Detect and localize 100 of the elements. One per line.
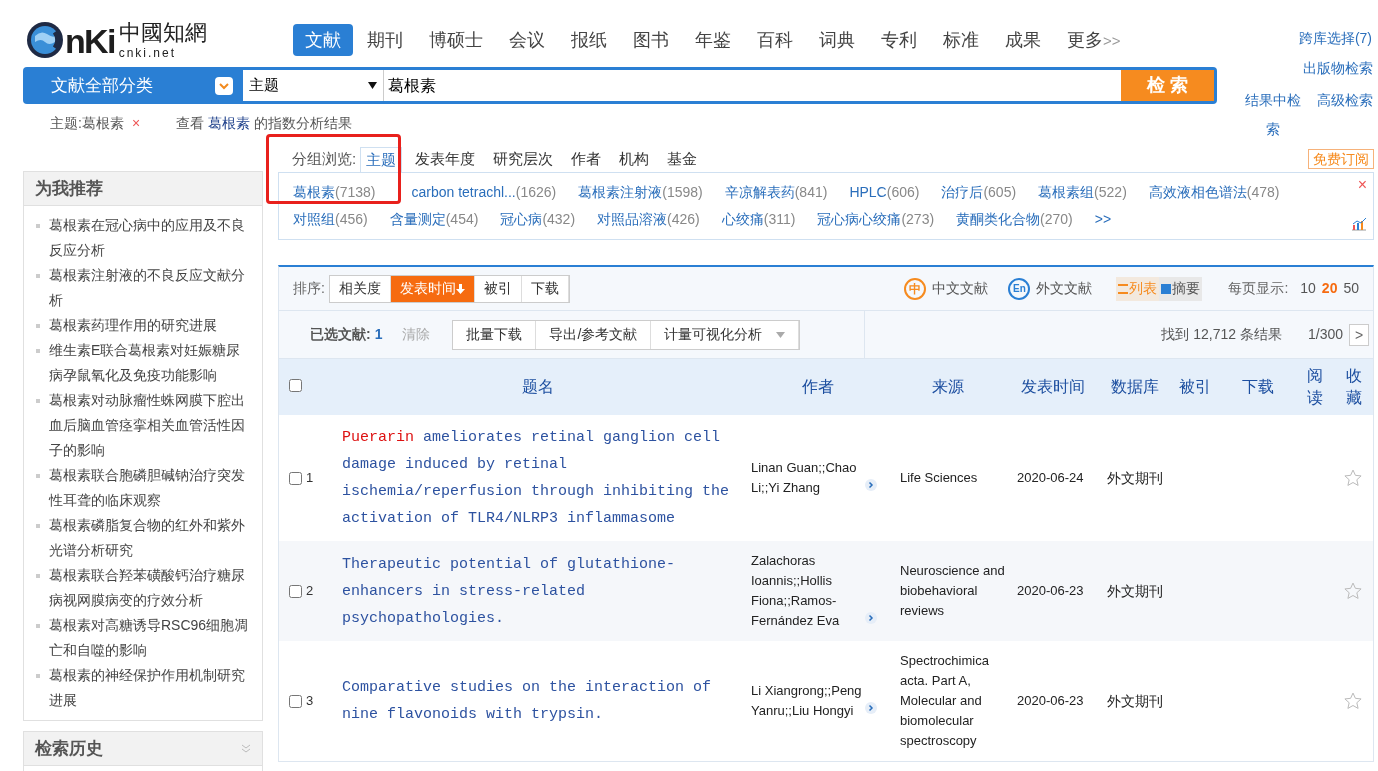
nav-tab[interactable]: 词典 [807,24,867,56]
action-button[interactable]: 导出/参考文献 [536,320,652,349]
column-header[interactable]: 题名 [522,375,555,399]
term-link[interactable]: 含量测定(454) [389,208,479,230]
nav-tab[interactable]: 报纸 [559,24,619,56]
sort-option[interactable]: 被引 [474,275,522,302]
column-header[interactable]: 作者 [802,375,834,399]
language-filter-link[interactable]: 中文文献 [932,278,989,299]
row-checkbox[interactable] [289,471,302,485]
nav-tab[interactable]: 更多>> [1055,24,1133,56]
nav-tab[interactable]: 文献 [293,24,353,56]
nav-tab[interactable]: 图书 [621,24,681,56]
recommended-article-link[interactable]: 葛根素联合胞磷胆碱钠治疗突发性耳聋的临床观察 [49,463,254,513]
group-tab[interactable]: 作者 [566,146,607,172]
action-button[interactable]: 批量下载 [453,320,537,349]
panel-title: 检索历史 [35,737,103,760]
cross-db-link[interactable]: 跨库选择(7) [1298,30,1372,46]
select-all-checkbox[interactable] [289,379,302,392]
term-link[interactable]: 葛根素(7138) [293,181,376,203]
field-select[interactable]: 主题 [243,70,384,101]
star-icon[interactable] [1343,581,1363,601]
page-size-option[interactable]: 50 [1343,278,1359,299]
recommended-article-link[interactable]: 葛根素药理作用的研究进展 [49,313,217,338]
chevron-icon[interactable] [865,611,877,624]
recommended-article-link[interactable]: 葛根素的神经保护作用机制研究进展 [49,663,254,713]
nav-tab[interactable]: 会议 [497,24,557,56]
row-checkbox[interactable] [289,584,302,598]
date-text: 2020-06-24 [1017,470,1084,486]
remove-filter-icon[interactable]: × [131,112,141,134]
term-link[interactable]: 黄酮类化合物(270) [956,208,1073,230]
article-title-link[interactable]: Puerarin ameliorates retinal ganglion cell damage induced by retinal ischemia/reperfusion through inhibiting the activation of TLR4/NLRP3 inflammasome [342,424,736,532]
row-checkbox[interactable] [289,694,302,708]
term-link[interactable]: 治疗后(605) [941,181,1017,203]
view-mode-toggle[interactable]: 摘要 [1159,276,1203,301]
next-page-button[interactable]: > [1349,323,1369,346]
page-size-option[interactable]: 10 [1300,278,1316,299]
term-link[interactable]: 对照品溶液(426) [597,208,700,230]
column-header[interactable]: 来源 [931,375,964,399]
nav-tab[interactable]: 专利 [869,24,929,56]
article-title-link[interactable]: Therapeutic potential of glutathione-enhancers in stress-related psychopathologies. [342,550,736,632]
term-link[interactable]: carbon tetrachl...(1626) [411,181,557,203]
chevron-icon[interactable] [865,701,877,714]
logo-name: 中國知網 [118,20,207,46]
down-arrow-icon [455,283,465,294]
recommended-article-link[interactable]: 葛根素联合羟苯磺酸钙治疗糖尿病视网膜病变的疗效分析 [49,563,254,613]
search-field[interactable]: 葛根素 [384,70,1121,101]
category-selector[interactable]: 文献全部分类 [23,70,243,101]
nav-tab[interactable]: 成果 [993,24,1053,56]
row-number: 3 [306,692,314,711]
more-terms-link[interactable]: >> [1094,208,1112,230]
column-header[interactable]: 阅读 [1307,365,1324,409]
column-header[interactable]: 发表时间 [1020,375,1085,399]
recommended-article-link[interactable]: 葛根素注射液的不良反应文献分析 [49,263,254,313]
action-button[interactable]: 计量可视化分析 [651,320,800,349]
recommended-article-link[interactable]: 葛根素对高糖诱导RSC96细胞凋亡和自噬的影响 [49,613,254,663]
search-within-link[interactable]: 结果中检索 [1240,86,1306,144]
recommended-article-link[interactable]: 葛根素在冠心病中的应用及不良反应分析 [49,213,254,263]
recommended-article-link[interactable]: 维生素E联合葛根素对妊娠糖尿病孕鼠氧化及免疫功能影响 [49,338,254,388]
term-link[interactable]: 葛根素注射液(1598) [578,181,703,203]
group-tab[interactable]: 基金 [662,146,703,172]
term-link[interactable]: 冠心病心绞痛(273) [817,208,935,230]
group-tab[interactable]: 研究层次 [488,146,559,172]
publication-search-link[interactable]: 出版物检索 [1303,54,1373,83]
term-link[interactable]: 对照组(456) [293,208,368,230]
nav-tab[interactable]: 期刊 [355,24,415,56]
bullet-icon [36,274,40,278]
term-link[interactable]: 冠心病(432) [500,208,576,230]
view-icon [1161,283,1172,294]
column-header[interactable]: 数据库 [1111,375,1160,399]
keyword-link[interactable]: 葛根素 [207,114,250,131]
column-header[interactable]: 被引 [1179,375,1212,399]
close-icon[interactable]: × [1357,173,1367,197]
nav-tab[interactable]: 博硕士 [417,24,495,56]
group-tab[interactable]: 主题 [360,147,403,173]
column-header[interactable]: 下载 [1241,375,1274,399]
term-link[interactable]: HPLC(606) [849,181,920,203]
chart-icon[interactable] [1351,217,1367,231]
group-tab[interactable]: 发表年度 [410,146,481,172]
column-header[interactable]: 收藏 [1346,365,1363,409]
nav-tab[interactable]: 年鉴 [683,24,743,56]
sort-option[interactable]: 下载 [521,275,569,302]
star-icon[interactable] [1343,691,1363,711]
language-filter-link[interactable]: 外文文献 [1036,278,1093,299]
recommended-article-link[interactable]: 葛根素对动脉瘤性蛛网膜下腔出血后脑血管痉挛相关血管活性因子的影响 [49,388,254,463]
term-link[interactable]: 葛根素组(522) [1038,181,1127,203]
english-icon[interactable]: En [1008,277,1031,300]
nav-tab[interactable]: 标准 [931,24,991,56]
advanced-search-link[interactable]: 高级检索 [1317,86,1373,115]
article-title-link[interactable]: Comparative studies on the interaction of nine flavonoids with trypsin. [342,674,736,728]
recommended-article-link[interactable]: 葛根素磷脂复合物的红外和紫外光谱分析研究 [49,513,254,563]
star-icon[interactable] [1343,468,1363,488]
bullet-icon [36,524,40,528]
term-link[interactable]: 辛凉解表药(841) [724,181,828,203]
selected-label: 已选文献: [310,325,371,344]
nav-tab[interactable]: 百科 [745,24,805,56]
term-link[interactable]: 心绞痛(311) [721,208,796,230]
sort-option[interactable]: 相关度 [329,275,391,302]
chevron-icon[interactable] [865,478,877,491]
term-link[interactable]: 高效液相色谱法(478) [1148,181,1280,203]
group-tab[interactable]: 机构 [614,146,655,172]
